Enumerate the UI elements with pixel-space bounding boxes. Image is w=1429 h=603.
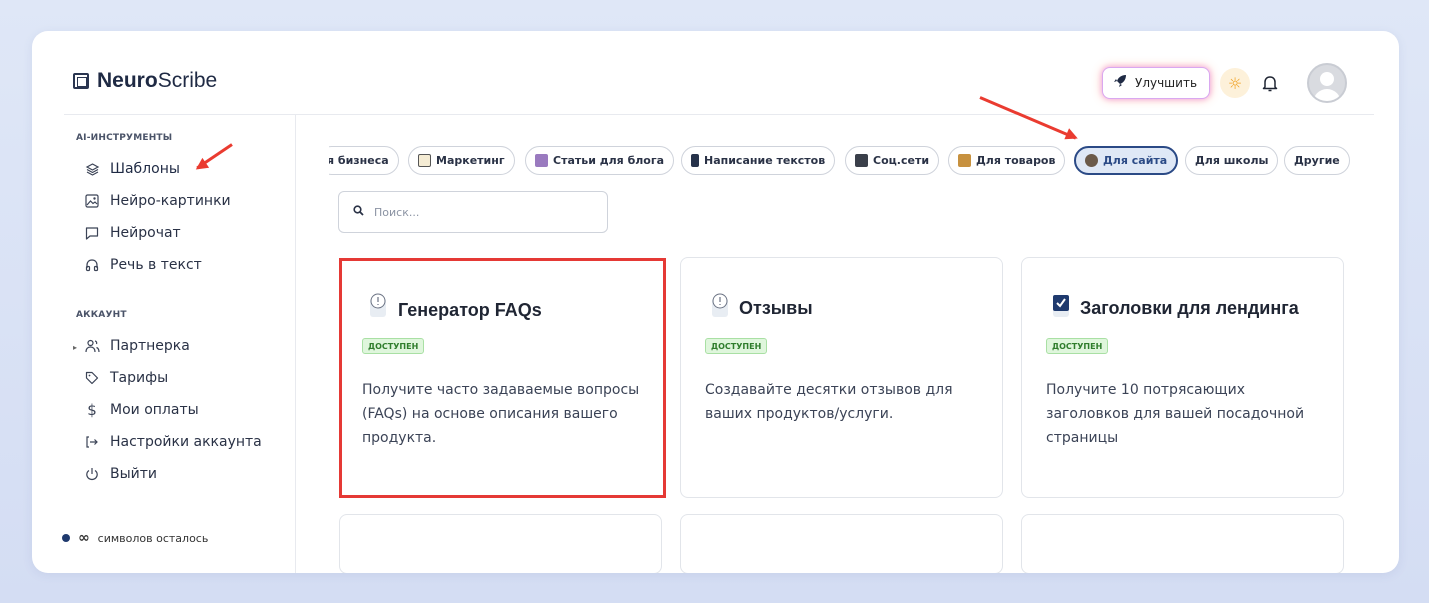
- expand-caret-icon[interactable]: ▸: [73, 343, 77, 352]
- template-title: Генератор FAQs: [398, 300, 542, 320]
- chip-blog-articles[interactable]: Статьи для блога: [525, 146, 675, 175]
- lightbulb-icon: [367, 292, 389, 317]
- tag-icon: [84, 370, 100, 386]
- sidebar-item-tariffs[interactable]: Тарифы: [84, 370, 168, 386]
- template-description: Создавайте десятки отзывов для ваших про…: [705, 382, 953, 422]
- app-window: NeuroScribe Улучшить ☼ AI-ИНСТРУМЕНТЫ Ша…: [32, 31, 1399, 573]
- template-card-reviews[interactable]: Отзывы ДОСТУПЕН Создавайте десятки отзыв…: [680, 257, 1003, 498]
- notifications-button[interactable]: [1258, 69, 1282, 97]
- upgrade-label: Улучшить: [1135, 76, 1198, 90]
- user-avatar[interactable]: [1307, 63, 1347, 103]
- sidebar-item-label: Нейрочат: [110, 225, 181, 241]
- sidebar-item-account-settings[interactable]: Настройки аккаунта: [84, 434, 262, 450]
- sidebar: AI-ИНСТРУМЕНТЫ Шаблоны Нейро-картинки Не…: [64, 115, 296, 573]
- credits-label: символов осталось: [97, 531, 209, 545]
- layers-icon: [84, 161, 100, 177]
- sidebar-item-label: Настройки аккаунта: [110, 434, 262, 450]
- sidebar-section-tools: AI-ИНСТРУМЕНТЫ: [76, 133, 173, 143]
- status-badge: ДОСТУПЕН: [705, 338, 768, 354]
- image-icon: [84, 193, 100, 209]
- chip-copywriting[interactable]: Написание текстов: [681, 146, 836, 175]
- search-icon: [353, 205, 364, 219]
- laptop-icon: [855, 154, 868, 167]
- chip-products[interactable]: Для товаров: [948, 146, 1066, 175]
- sidebar-item-templates[interactable]: Шаблоны: [84, 161, 180, 177]
- chat-icon: [84, 225, 100, 241]
- sun-icon: ☼: [1227, 73, 1243, 93]
- category-chips: я бизнеса Маркетинг Статьи для блога Нап…: [329, 146, 1376, 176]
- sidebar-section-account: АККАУНТ: [76, 310, 127, 320]
- sidebar-item-label: Нейро-картинки: [110, 193, 231, 209]
- sidebar-item-my-payments[interactable]: $ Мои оплаты: [84, 401, 199, 419]
- headphones-icon: [84, 257, 100, 273]
- chip-website[interactable]: Для сайта: [1074, 146, 1179, 175]
- status-badge: ДОСТУПЕН: [362, 338, 425, 354]
- checkbox-icon: [1050, 292, 1072, 317]
- credits-remaining: ∞ символов осталось: [62, 530, 208, 546]
- logo-text: NeuroScribe: [97, 69, 218, 92]
- rocket-icon: [1113, 74, 1127, 92]
- box-icon: [958, 154, 971, 167]
- status-dot: [62, 534, 70, 542]
- sidebar-item-label: Речь в текст: [110, 257, 202, 273]
- logo-icon: [73, 73, 89, 89]
- sidebar-item-label: Шаблоны: [110, 161, 180, 177]
- search-placeholder: Поиск...: [374, 205, 420, 219]
- users-icon: [84, 338, 100, 354]
- status-badge: ДОСТУПЕН: [1046, 338, 1109, 354]
- upgrade-button[interactable]: Улучшить: [1102, 67, 1211, 99]
- template-title: Отзывы: [739, 298, 813, 318]
- sidebar-item-partners[interactable]: Партнерка: [84, 338, 190, 354]
- sidebar-item-label: Выйти: [110, 466, 158, 482]
- dollar-icon: $: [87, 401, 97, 419]
- sidebar-item-speech-to-text[interactable]: Речь в текст: [84, 257, 202, 273]
- power-icon: [84, 466, 100, 482]
- app-logo[interactable]: NeuroScribe: [73, 69, 217, 93]
- chip-business[interactable]: я бизнеса: [329, 146, 399, 175]
- bot-icon: [1085, 154, 1098, 167]
- lightbulb-icon: [709, 292, 731, 317]
- phone-icon: [691, 154, 699, 167]
- chip-school[interactable]: Для школы: [1185, 146, 1279, 175]
- chip-marketing[interactable]: Маркетинг: [408, 146, 515, 175]
- theme-toggle-button[interactable]: ☼: [1220, 68, 1250, 98]
- template-description: Получите часто задаваемые вопросы (FAQs)…: [362, 382, 640, 446]
- books-icon: [535, 154, 548, 167]
- template-card[interactable]: [680, 514, 1003, 573]
- bell-icon: [1262, 76, 1278, 92]
- logout-arrow-icon: [84, 434, 100, 450]
- memo-icon: [418, 154, 431, 167]
- sidebar-item-neuro-images[interactable]: Нейро-картинки: [84, 193, 231, 209]
- template-card-faq[interactable]: Генератор FAQs ДОСТУПЕН Получите часто з…: [339, 258, 666, 498]
- sidebar-item-logout[interactable]: Выйти: [84, 466, 157, 482]
- chip-social[interactable]: Соц.сети: [845, 146, 940, 175]
- template-card-landing-headlines[interactable]: Заголовки для лендинга ДОСТУПЕН Получите…: [1021, 257, 1344, 498]
- sidebar-item-label: Партнерка: [110, 338, 190, 354]
- sidebar-item-label: Тарифы: [110, 370, 169, 386]
- sidebar-item-neurochat[interactable]: Нейрочат: [84, 225, 181, 241]
- chip-other[interactable]: Другие: [1284, 146, 1350, 175]
- template-description: Получите 10 потрясающих заголовков для в…: [1046, 382, 1305, 446]
- credits-infinity: ∞: [78, 530, 90, 546]
- template-title: Заголовки для лендинга: [1080, 298, 1299, 318]
- sidebar-item-label: Мои оплаты: [110, 402, 199, 418]
- template-card[interactable]: [339, 514, 662, 573]
- search-input[interactable]: Поиск...: [338, 191, 608, 233]
- template-card[interactable]: [1021, 514, 1344, 573]
